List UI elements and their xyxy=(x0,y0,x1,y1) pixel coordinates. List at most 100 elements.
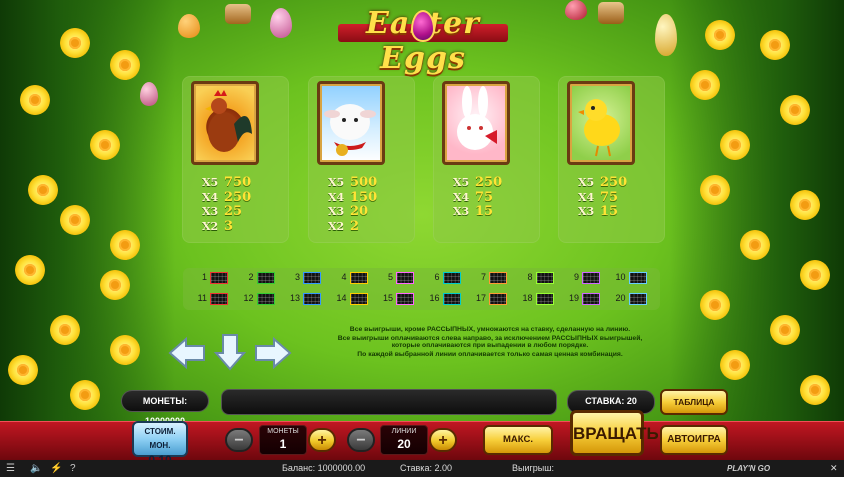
win-text: Выигрыш: xyxy=(512,463,554,473)
close-icon[interactable]: ✕ xyxy=(830,460,838,477)
rules-line-3: По каждой выбранной линии оплачивается т… xyxy=(357,350,623,358)
payline-15: 15 xyxy=(375,292,415,306)
decor-egg-orange xyxy=(178,14,200,38)
down-arrow-icon[interactable] xyxy=(213,333,247,371)
rules-text: Все выигрыши, кроме РАССЫПНЫХ, умножаютс… xyxy=(330,326,650,359)
lines-counter-label: ЛИНИИ xyxy=(391,428,417,435)
payline-1: 1 xyxy=(189,271,229,285)
payline-8: 8 xyxy=(515,271,555,285)
payline-10: 10 xyxy=(608,271,648,285)
chick-payouts: X5 250 X4 75 X3 15 xyxy=(578,175,628,219)
next-page-arrow-icon[interactable] xyxy=(254,336,292,370)
coins-balance-box: МОНЕТЫ: 10000000 xyxy=(121,390,209,426)
decor-egg-pink xyxy=(270,8,292,38)
payline-pattern-icon xyxy=(303,293,321,305)
balance-text: Баланс: 1000000.00 xyxy=(282,463,366,473)
payline-number: 15 xyxy=(382,293,393,303)
payline-pattern-icon xyxy=(535,272,554,284)
payline-17: 17 xyxy=(468,292,508,306)
game-logo: Easter Eggs xyxy=(318,6,528,76)
paytable-card-bunny: X5 250 X4 75 X3 15 xyxy=(433,76,540,243)
payline-20: 20 xyxy=(608,292,648,306)
coins-decrease-button[interactable]: − xyxy=(225,428,253,452)
payline-2: 2 xyxy=(236,271,276,285)
paytable-button[interactable]: ТАБЛИЦА ВЫПЛАТ xyxy=(660,389,728,429)
payline-number: 20 xyxy=(615,293,626,303)
payline-pattern-icon xyxy=(489,272,507,284)
menu-icon[interactable]: ☰ xyxy=(6,463,15,474)
payline-number: 13 xyxy=(289,293,300,303)
quick-spin-icon[interactable]: ⚡ xyxy=(50,463,62,474)
payline-number: 11 xyxy=(197,293,207,303)
spin-label: ВРАЩАТЬ xyxy=(573,424,659,443)
help-icon[interactable]: ? xyxy=(70,463,76,474)
payline-pattern-icon xyxy=(349,293,368,305)
payline-13: 13 xyxy=(282,292,322,306)
previous-page-arrow-icon[interactable] xyxy=(168,336,206,370)
payline-number: 8 xyxy=(527,272,533,282)
paytable-card-lamb: X5 500 X4 150 X3 20 X2 2 xyxy=(308,76,415,243)
payline-7: 7 xyxy=(468,271,508,285)
decor-egg-pink-left xyxy=(140,82,158,106)
sound-icon[interactable]: 🔈 xyxy=(30,463,42,474)
autoplay-label: АВТОИГРА xyxy=(667,434,721,445)
payline-number: 3 xyxy=(294,272,300,282)
payline-pattern-icon xyxy=(256,272,275,284)
payline-number: 18 xyxy=(522,293,533,303)
payline-16: 16 xyxy=(422,292,462,306)
payline-pattern-icon xyxy=(442,293,461,305)
bunny-payouts: X5 250 X4 75 X3 15 xyxy=(453,175,503,219)
payline-number: 4 xyxy=(341,272,347,282)
bet-text: Ставка: 2.00 xyxy=(400,463,452,473)
lines-counter: ЛИНИИ 20 xyxy=(380,425,428,455)
coins-counter-label: МОНЕТЫ xyxy=(267,428,299,435)
lines-increase-button[interactable]: + xyxy=(429,428,457,452)
brand-logo: PLAY'N GO xyxy=(727,464,771,473)
payline-number: 1 xyxy=(201,272,207,282)
payline-number: 7 xyxy=(480,272,486,282)
coin-value-button[interactable]: СТОИМ. МОН. 0.10 xyxy=(132,421,188,467)
rules-line-2: Все выигрыши оплачиваются слева направо,… xyxy=(337,334,643,350)
coins-counter-value: 1 xyxy=(279,437,287,451)
payline-pattern-icon xyxy=(396,272,414,284)
payline-number: 10 xyxy=(615,272,626,282)
coins-counter: МОНЕТЫ 1 xyxy=(259,425,307,455)
rooster-symbol-icon xyxy=(191,81,259,165)
message-box xyxy=(221,389,557,415)
lines-counter-value: 20 xyxy=(397,437,411,451)
payline-14: 14 xyxy=(329,292,369,306)
paytable-card-rooster: X5 750 X4 250 X3 25 X2 3 xyxy=(182,76,289,243)
payline-9: 9 xyxy=(561,271,601,285)
payline-number: 2 xyxy=(248,272,254,282)
max-bet-button[interactable]: МАКС. СТАВКА xyxy=(483,425,553,471)
rules-line-1: Все выигрыши, кроме РАССЫПНЫХ, умножаютс… xyxy=(349,326,631,333)
autoplay-button[interactable]: АВТОИГРА xyxy=(660,425,728,455)
coin-value-label: СТОИМ. МОН. xyxy=(144,427,176,450)
payline-19: 19 xyxy=(561,292,601,306)
payline-pattern-icon xyxy=(582,293,600,305)
payline-number: 17 xyxy=(475,293,486,303)
payline-pattern-icon xyxy=(303,272,321,284)
decor-egg-gold xyxy=(655,14,677,56)
lamb-payouts: X5 500 X4 150 X3 20 X2 2 xyxy=(328,175,378,234)
payline-pattern-icon xyxy=(396,293,414,305)
payline-18: 18 xyxy=(515,292,555,306)
bet-info-label: СТАВКА: 20 xyxy=(585,396,637,406)
coins-increase-button[interactable]: + xyxy=(308,428,336,452)
payline-6: 6 xyxy=(422,271,462,285)
lamb-symbol-icon xyxy=(317,81,385,165)
payline-number: 19 xyxy=(568,293,579,303)
payline-pattern-icon xyxy=(535,293,554,305)
lines-decrease-button[interactable]: − xyxy=(347,428,375,452)
payline-pattern-icon xyxy=(628,272,647,284)
spin-button[interactable]: ВРАЩАТЬ xyxy=(570,410,659,456)
chick-symbol-icon xyxy=(567,81,635,165)
paylines-panel: 1 2 3 4 5 6 7 8 9 10 11 12 13 14 15 16 17 18 19 20 xyxy=(183,268,660,310)
payline-5: 5 xyxy=(375,271,415,285)
payline-4: 4 xyxy=(329,271,369,285)
payline-pattern-icon xyxy=(628,293,647,305)
paytable-card-chick: X5 250 X4 75 X3 15 xyxy=(558,76,665,243)
decor-chocolate xyxy=(225,4,251,24)
payline-pattern-icon xyxy=(489,293,507,305)
payline-pattern-icon xyxy=(442,272,461,284)
